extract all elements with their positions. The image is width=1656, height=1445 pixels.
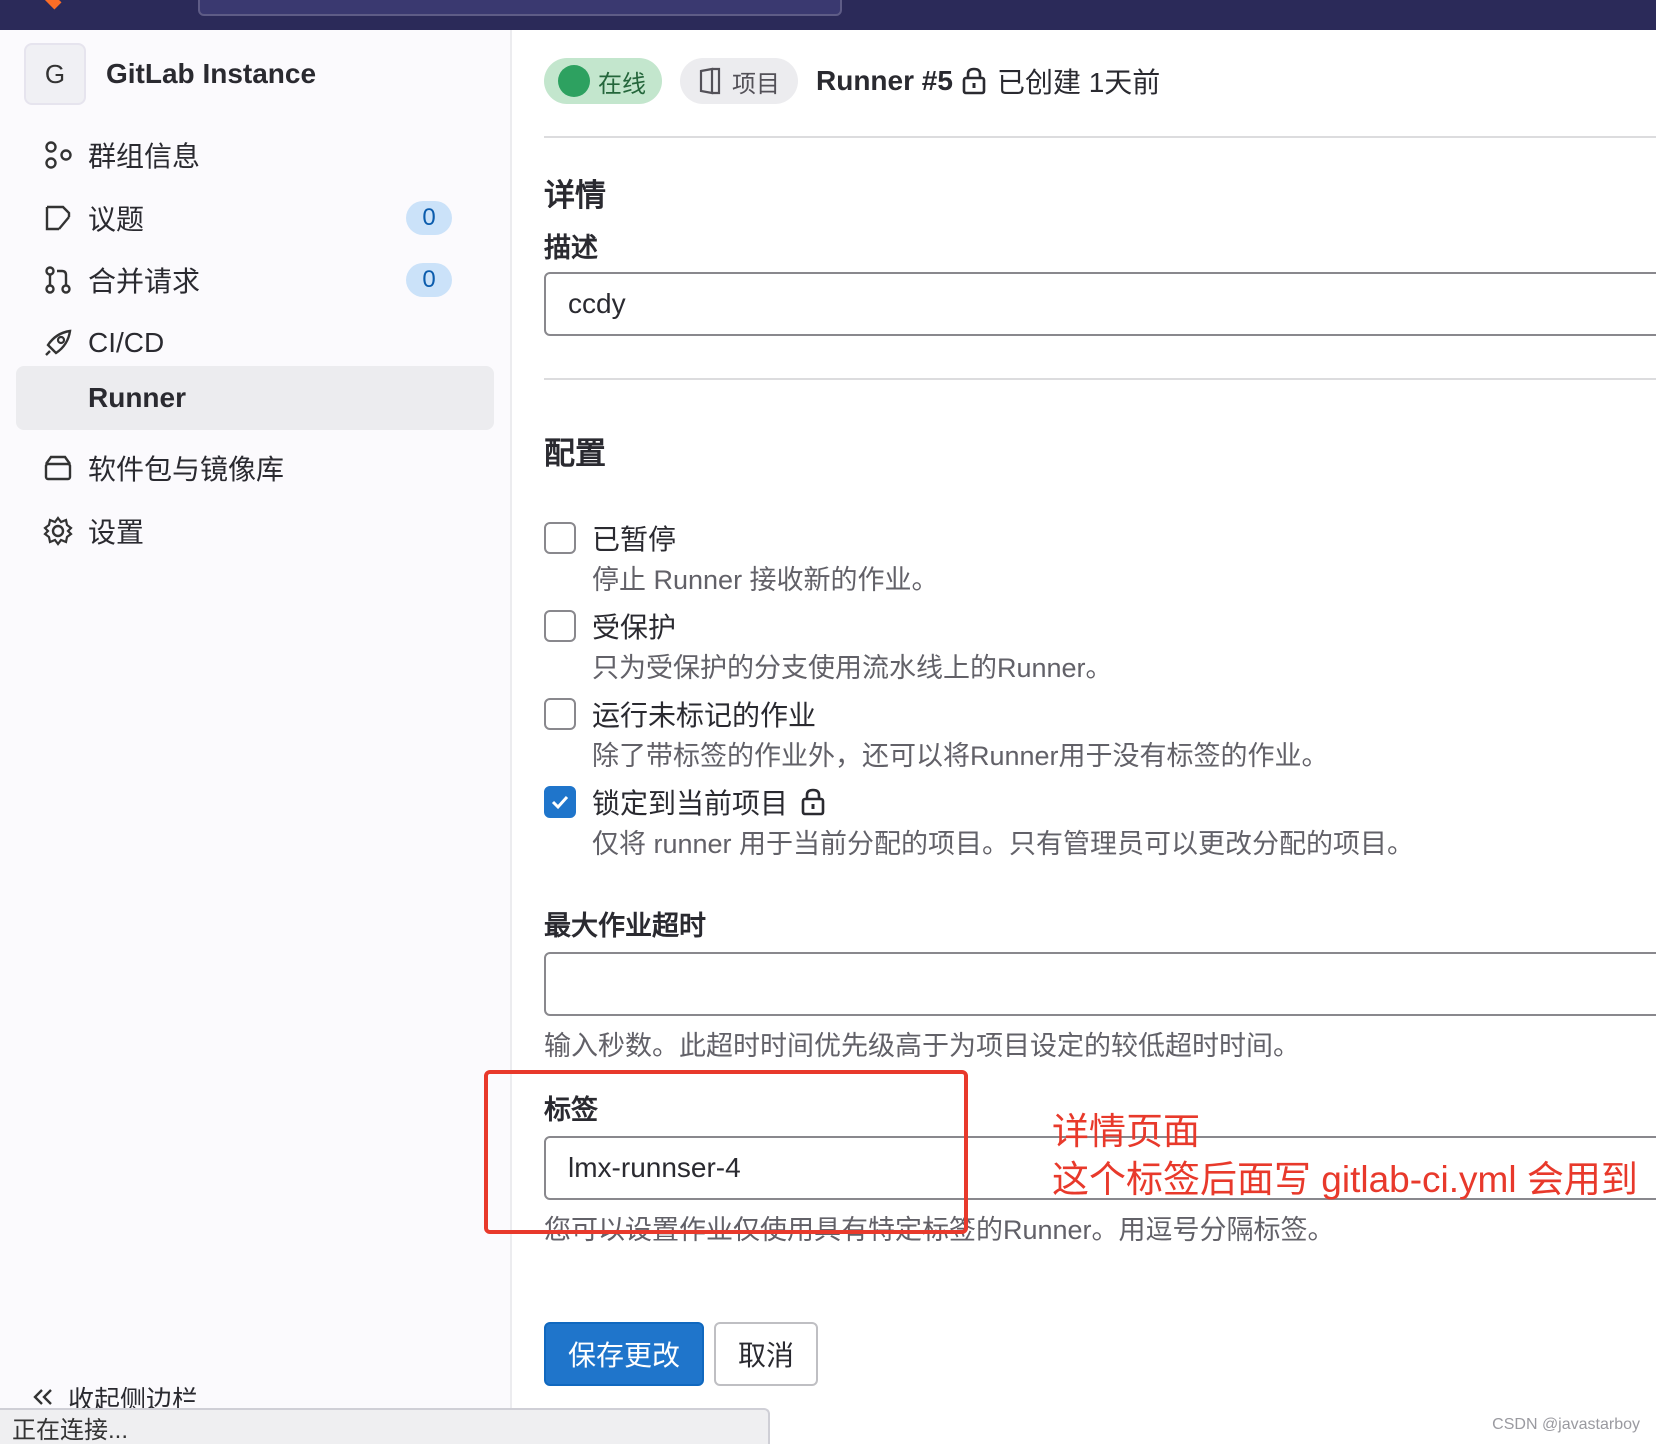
browser-status-bar: 正在连接...: [0, 1408, 770, 1444]
context-title: GitLab Instance: [106, 58, 317, 89]
divider: [544, 136, 1656, 138]
runner-type-badge: 项目: [680, 58, 798, 104]
status-badge: 在线: [544, 58, 662, 104]
option-title: 运行未标记的作业: [592, 700, 817, 731]
rocket-icon: [38, 327, 78, 359]
merge-request-icon: [38, 265, 78, 295]
annotation-highlight-box: [484, 1070, 968, 1234]
sidebar-item-label: 群组信息: [88, 141, 201, 172]
timeout-input[interactable]: [544, 952, 1656, 1016]
option-title: 锁定到当前项目: [592, 788, 789, 819]
lock-icon: [800, 787, 826, 817]
type-label: 项目: [732, 70, 780, 98]
description-label: 描述: [544, 233, 598, 263]
protected-checkbox[interactable]: [544, 610, 576, 642]
sidebar-item-merge-requests[interactable]: 合并请求 0: [16, 249, 494, 311]
status-text: 正在连接...: [12, 1416, 129, 1444]
sidebar-item-label: 议题: [88, 204, 145, 235]
runner-title: Runner #5: [816, 65, 953, 96]
sidebar-item-label: Runner: [88, 382, 186, 413]
issues-icon: [38, 203, 78, 233]
status-label: 在线: [598, 70, 646, 98]
settings-icon: [38, 515, 78, 547]
sidebar: G GitLab Instance 群组信息 议题 0 合并请求 0 CI/CD…: [0, 30, 512, 1444]
annotation-text: 详情页面 这个标签后面写 gitlab-ci.yml 会用到: [1052, 1108, 1638, 1204]
option-help: 仅将 runner 用于当前分配的项目。只有管理员可以更改分配的项目。: [592, 829, 1415, 859]
project-icon: [698, 66, 722, 96]
sidebar-item-runner[interactable]: Runner: [16, 366, 494, 430]
gitlab-logo-icon[interactable]: [44, 0, 62, 10]
sidebar-item-label: CI/CD: [88, 327, 165, 358]
annotation-line-2: 这个标签后面写 gitlab-ci.yml 会用到: [1052, 1159, 1638, 1200]
option-help: 只为受保护的分支使用流水线上的Runner。: [592, 653, 1113, 683]
created-text: 已创建 1天前: [996, 67, 1161, 98]
config-heading: 配置: [544, 436, 606, 471]
sidebar-item-settings[interactable]: 设置: [16, 500, 494, 562]
top-navbar: [0, 0, 1656, 30]
paused-checkbox[interactable]: [544, 522, 576, 554]
divider: [544, 378, 1656, 380]
sidebar-item-group-info[interactable]: 群组信息: [16, 124, 494, 186]
option-title: 已暂停: [592, 524, 677, 555]
option-help: 停止 Runner 接收新的作业。: [592, 565, 939, 595]
locked-checkbox[interactable]: [544, 786, 576, 818]
run-untagged-checkbox[interactable]: [544, 698, 576, 730]
sidebar-context-header[interactable]: G GitLab Instance: [24, 42, 316, 106]
watermark: CSDN @javastarboy: [1492, 1416, 1640, 1433]
save-button[interactable]: 保存更改: [544, 1322, 704, 1386]
option-title: 受保护: [592, 612, 677, 643]
cancel-button[interactable]: 取消: [714, 1322, 818, 1386]
online-dot-icon: [558, 65, 590, 97]
timeout-label: 最大作业超时: [544, 911, 706, 941]
sidebar-item-label: 设置: [88, 517, 145, 548]
merge-requests-count-badge: 0: [406, 263, 452, 297]
annotation-line-1: 详情页面: [1052, 1111, 1200, 1152]
checkmark-icon: [551, 795, 569, 810]
group-icon: [38, 140, 78, 170]
created-info: 已创建 1天前: [961, 61, 1160, 101]
search-bar[interactable]: [198, 0, 842, 16]
avatar: G: [24, 43, 86, 105]
sidebar-item-label: 合并请求: [88, 266, 201, 297]
timeout-help: 输入秒数。此超时时间优先级高于为项目设定的较低超时时间。: [544, 1031, 1300, 1061]
runner-header: 在线 项目 Runner #5 已创建 1天前: [544, 56, 1160, 106]
sidebar-item-issues[interactable]: 议题 0: [16, 187, 494, 249]
sidebar-item-label: 软件包与镜像库: [88, 454, 285, 485]
lock-icon: [961, 66, 987, 96]
option-title-row: 锁定到当前项目: [592, 782, 826, 822]
package-icon: [38, 453, 78, 483]
sidebar-item-packages[interactable]: 软件包与镜像库: [16, 437, 494, 499]
details-heading: 详情: [544, 178, 606, 213]
description-input[interactable]: ccdy: [544, 272, 1656, 336]
issues-count-badge: 0: [406, 201, 452, 235]
option-help: 除了带标签的作业外，还可以将Runner用于没有标签的作业。: [592, 741, 1329, 771]
sidebar-item-cicd[interactable]: CI/CD: [16, 312, 494, 374]
